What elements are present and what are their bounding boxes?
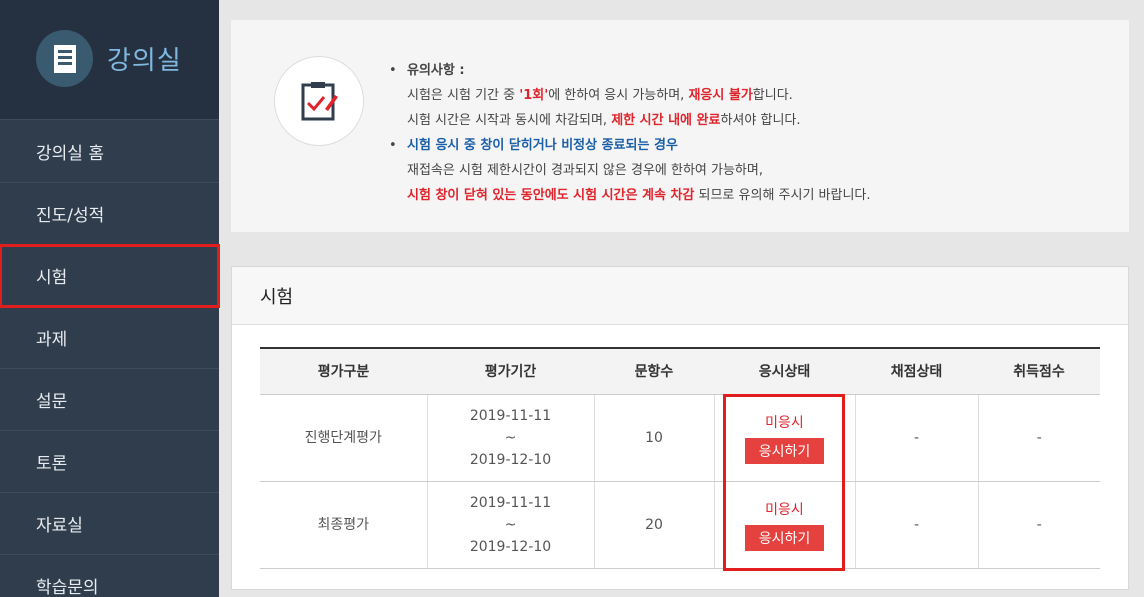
table-row: 최종평가 2019-11-11 ~2019-12-10 20 미응시 응시하기 -…	[260, 481, 1100, 569]
sidebar-title: 강의실	[107, 46, 182, 76]
notice-heading: 유의사항 :	[407, 63, 465, 78]
cell-period: 2019-11-11 ~2019-12-10	[426, 394, 594, 482]
exam-panel: 시험 평가구분 평가기간 문항수 응시상태 채점상태 취득점수 진행단계평가 2…	[231, 266, 1129, 590]
notice-text: • 유의사항 : 시험은 시험 기간 중 '1회'에 한하여 응시 가능하며, 재…	[389, 58, 871, 208]
cell-type: 진행단계평가	[260, 394, 427, 482]
sidebar-item-exam[interactable]: 시험	[0, 244, 220, 308]
take-exam-button[interactable]: 응시하기	[744, 524, 825, 551]
notice-line-1: 시험은 시험 기간 중 '1회'에 한하여 응시 가능하며, 재응시 불가합니다…	[407, 88, 793, 103]
table-row: 진행단계평가 2019-11-11 ~2019-12-10 10 미응시 응시하기…	[260, 394, 1100, 482]
notice-line-5: 시험 창이 닫혀 있는 동안에도 시험 시간은 계속 차감 되므로 유의해 주시…	[407, 188, 871, 203]
col-header-count: 문항수	[594, 347, 714, 395]
cell-score: -	[977, 481, 1100, 569]
notice-line-4: 재접속은 시험 제한시간이 경과되지 않은 경우에 한하여 가능하며,	[407, 163, 763, 178]
cell-count: 20	[593, 481, 714, 569]
notice-line-3: • 시험 응시 중 창이 닫히거나 비정상 종료되는 경우	[389, 138, 678, 153]
cell-grading: -	[854, 481, 978, 569]
col-header-grading: 채점상태	[855, 347, 978, 395]
sidebar-item-discussion[interactable]: 토론	[0, 431, 219, 493]
clipboard-check-icon	[274, 56, 364, 146]
status-label: 미응시	[765, 501, 804, 518]
sidebar-header: 강의실	[0, 0, 219, 120]
sidebar-item-progress[interactable]: 진도/성적	[0, 183, 219, 245]
col-header-type: 평가구분	[260, 347, 427, 395]
sidebar: 강의실 강의실 홈 진도/성적 시험 과제 설문 토론 자료실 학습문의	[0, 0, 220, 597]
sidebar-item-home[interactable]: 강의실 홈	[0, 121, 219, 183]
exam-panel-title: 시험	[232, 267, 1128, 325]
cell-score: -	[977, 394, 1100, 482]
cell-status: 미응시 응시하기	[713, 481, 855, 569]
cell-period: 2019-11-11 ~2019-12-10	[426, 481, 594, 569]
cell-count: 10	[593, 394, 714, 482]
sidebar-item-inquiry[interactable]: 학습문의	[0, 555, 219, 597]
col-header-score: 취득점수	[978, 347, 1100, 395]
col-header-status: 응시상태	[714, 347, 855, 395]
take-exam-button[interactable]: 응시하기	[744, 437, 825, 464]
notice-box: • 유의사항 : 시험은 시험 기간 중 '1회'에 한하여 응시 가능하며, 재…	[231, 20, 1129, 232]
status-label: 미응시	[765, 414, 804, 431]
sidebar-item-assignment[interactable]: 과제	[0, 307, 219, 369]
cell-type: 최종평가	[260, 481, 427, 569]
exam-table: 평가구분 평가기간 문항수 응시상태 채점상태 취득점수 진행단계평가 2019…	[260, 347, 1100, 569]
table-header-row: 평가구분 평가기간 문항수 응시상태 채점상태 취득점수	[260, 347, 1100, 395]
sidebar-item-resources[interactable]: 자료실	[0, 493, 219, 555]
notice-line-2: 시험 시간은 시작과 동시에 차감되며, 제한 시간 내에 완료하셔야 합니다.	[407, 113, 801, 128]
classroom-icon	[36, 30, 93, 87]
col-header-period: 평가기간	[427, 347, 594, 395]
sidebar-item-survey[interactable]: 설문	[0, 369, 219, 431]
cell-grading: -	[854, 394, 978, 482]
cell-status: 미응시 응시하기	[713, 394, 855, 482]
